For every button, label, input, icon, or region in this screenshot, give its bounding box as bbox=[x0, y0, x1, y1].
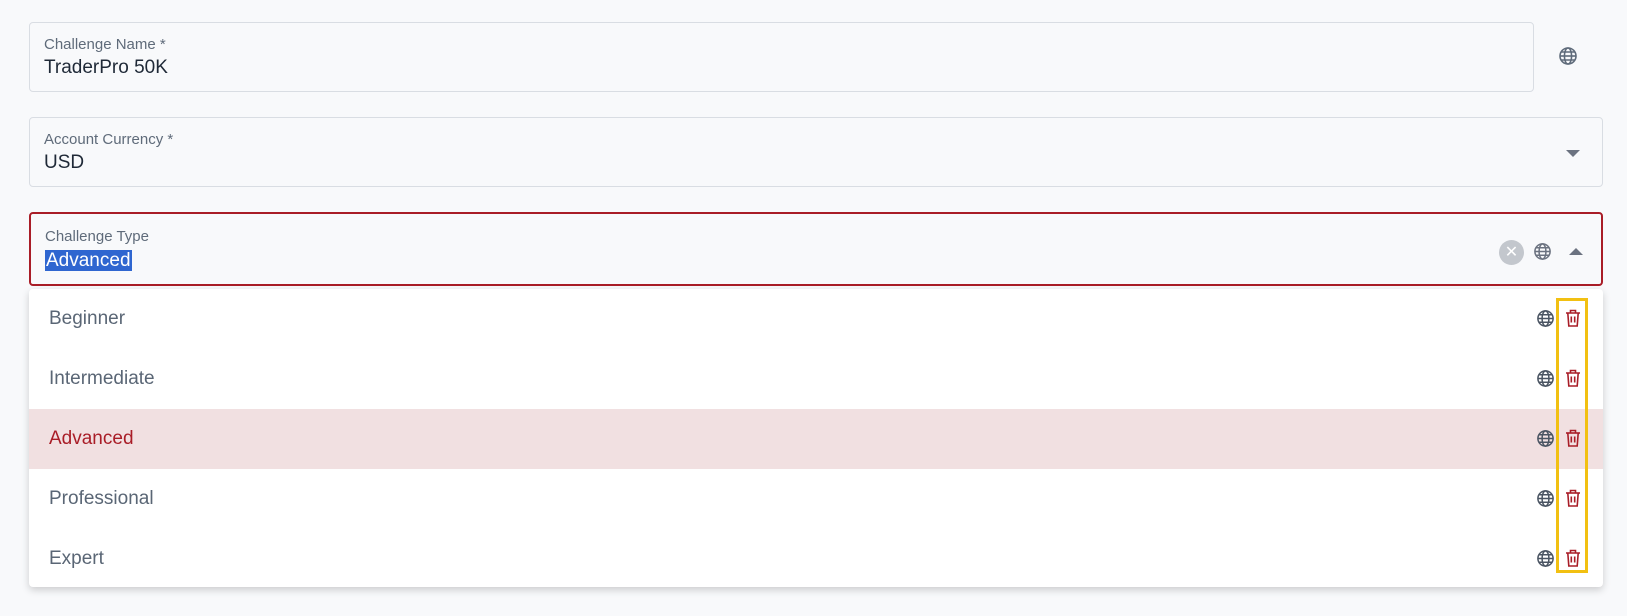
option-beginner[interactable]: Beginner bbox=[29, 289, 1603, 349]
option-label: Beginner bbox=[49, 308, 126, 329]
option-label: Advanced bbox=[49, 428, 134, 449]
chevron-up-icon[interactable] bbox=[1569, 248, 1583, 255]
globe-icon[interactable] bbox=[1536, 489, 1555, 508]
highlight-box bbox=[1556, 298, 1588, 573]
chevron-down-icon[interactable] bbox=[1566, 150, 1580, 157]
globe-icon[interactable] bbox=[1536, 309, 1555, 328]
option-expert[interactable]: Expert bbox=[29, 529, 1603, 587]
challenge-type-label: Challenge Type bbox=[45, 228, 149, 245]
option-professional[interactable]: Professional bbox=[29, 469, 1603, 529]
option-label: Professional bbox=[49, 488, 154, 509]
globe-icon[interactable] bbox=[1536, 369, 1555, 388]
challenge-type-combobox[interactable]: Challenge Type Advanced ✕ bbox=[29, 212, 1603, 286]
option-label: Expert bbox=[49, 548, 104, 569]
globe-icon[interactable] bbox=[1536, 549, 1555, 568]
challenge-type-input[interactable]: Advanced bbox=[45, 250, 132, 272]
globe-icon[interactable] bbox=[1558, 46, 1578, 66]
globe-icon[interactable] bbox=[1533, 242, 1552, 261]
option-intermediate[interactable]: Intermediate bbox=[29, 349, 1603, 409]
clear-icon[interactable]: ✕ bbox=[1499, 240, 1524, 265]
account-currency-value: USD bbox=[44, 152, 85, 173]
challenge-name-label: Challenge Name * bbox=[44, 36, 166, 53]
option-label: Intermediate bbox=[49, 368, 155, 389]
account-currency-label: Account Currency * bbox=[44, 131, 174, 148]
globe-icon[interactable] bbox=[1536, 429, 1555, 448]
challenge-name-field[interactable]: Challenge Name * TraderPro 50K bbox=[29, 22, 1534, 92]
challenge-type-dropdown: Beginner Intermediate Advanced Professio… bbox=[29, 289, 1603, 587]
option-advanced[interactable]: Advanced bbox=[29, 409, 1603, 469]
challenge-type-selected-text: Advanced bbox=[45, 250, 132, 271]
account-currency-select[interactable]: Account Currency * USD bbox=[29, 117, 1603, 187]
challenge-name-input[interactable]: TraderPro 50K bbox=[44, 57, 168, 79]
